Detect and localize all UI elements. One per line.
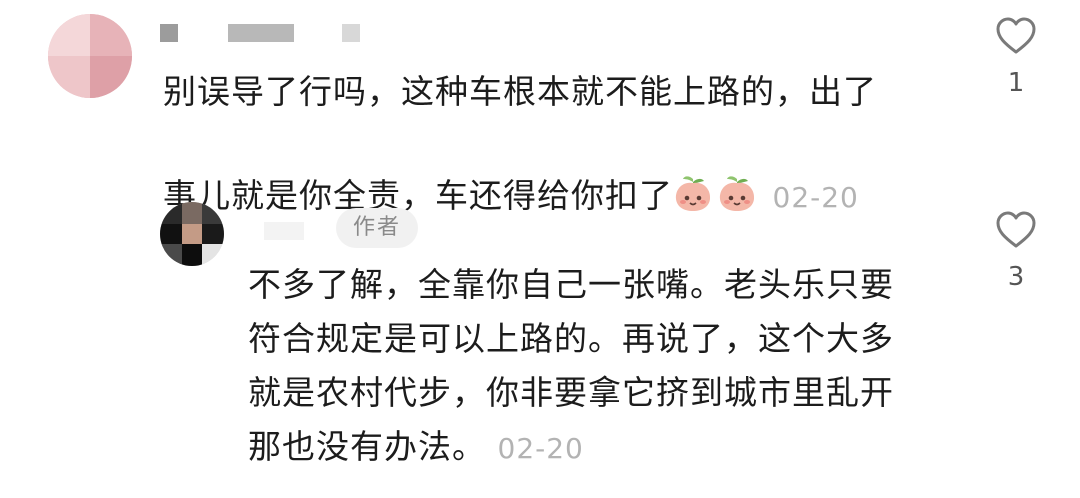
reply-text: 不多了解，全靠你自己一张嘴。老头乐只要 符合规定是可以上路的。再说了，这个大多 … bbox=[248, 265, 894, 466]
like-button[interactable]: 1 bbox=[986, 16, 1046, 98]
peach-face-icon bbox=[673, 119, 713, 229]
heart-outline-icon bbox=[996, 211, 1036, 248]
like-count: 1 bbox=[1007, 68, 1025, 98]
author-name-redacted[interactable] bbox=[264, 222, 304, 240]
peach-face-icon bbox=[717, 119, 757, 229]
like-count: 3 bbox=[1007, 262, 1025, 292]
commenter-avatar[interactable] bbox=[48, 14, 132, 98]
author-badge: 作者 bbox=[336, 208, 418, 248]
comment-text: 别误导了行吗，这种车根本就不能上路的，出了 事儿就是你全责，车还得给你扣了 02… bbox=[163, 65, 923, 229]
commenter-name-redacted[interactable] bbox=[160, 24, 360, 42]
like-button[interactable]: 3 bbox=[986, 210, 1046, 292]
heart-outline-icon bbox=[996, 17, 1036, 54]
author-avatar[interactable] bbox=[160, 202, 224, 266]
comment-date: 02-20 bbox=[772, 181, 859, 214]
reply-date: 02-20 bbox=[497, 432, 584, 465]
